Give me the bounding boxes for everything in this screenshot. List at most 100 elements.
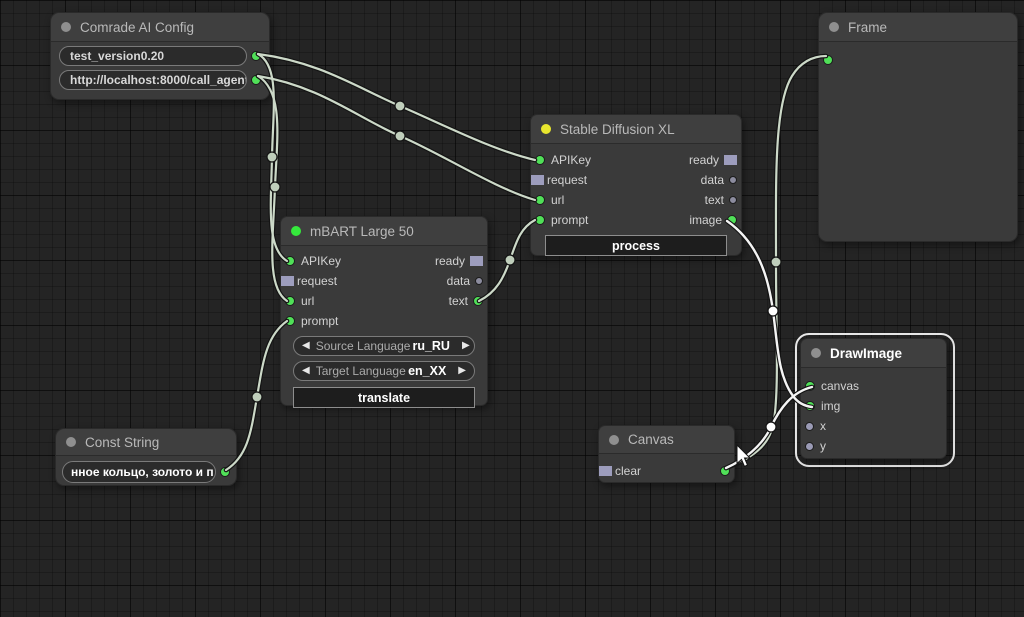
text-widget-version[interactable]: test_version0.20 <box>59 46 247 66</box>
wire-reroute-dot[interactable] <box>771 257 781 267</box>
node-status-icon <box>66 437 76 447</box>
process-button[interactable]: process <box>545 235 727 256</box>
node-sdxl-titlebar[interactable]: Stable Diffusion XL <box>531 115 741 144</box>
output-slot[interactable] <box>220 467 230 477</box>
node-mbart-titlebar[interactable]: mBART Large 50 <box>281 217 487 246</box>
input-slot[interactable] <box>599 466 612 476</box>
wire-comrade-to-sdxl-url[interactable] <box>258 76 535 200</box>
input-label: request <box>297 274 337 288</box>
node-frame[interactable]: Frame <box>818 12 1018 242</box>
output-slot[interactable] <box>724 155 737 165</box>
node-canvas[interactable]: Canvas clear <box>598 425 735 483</box>
input-label: request <box>547 173 587 187</box>
mouse-cursor <box>737 445 750 467</box>
node-editor-canvas[interactable]: Comrade AI Config test_version0.20 http:… <box>0 0 1024 617</box>
input-slot[interactable] <box>535 195 545 205</box>
text-widget-value: test_version0.20 <box>70 49 164 63</box>
wire-reroute-dot[interactable] <box>395 101 405 111</box>
node-drawimage[interactable]: DrawImage canvas img x y <box>800 338 947 459</box>
node-title: DrawImage <box>830 346 902 361</box>
node-const-string-titlebar[interactable]: Const String <box>56 429 236 456</box>
output-label: image <box>689 213 722 227</box>
input-slot[interactable] <box>285 296 295 306</box>
output-slot[interactable] <box>729 196 737 204</box>
input-label: APIKey <box>551 153 591 167</box>
output-label: data <box>447 274 470 288</box>
node-status-icon <box>541 124 551 134</box>
combo-next-icon[interactable]: ▶ <box>462 341 470 351</box>
combo-label: Target Language <box>316 364 406 378</box>
text-widget-url[interactable]: http://localhost:8000/call_agent_ <box>59 70 247 90</box>
wire-reroute-dot[interactable] <box>267 152 277 162</box>
output-slot[interactable] <box>720 466 730 476</box>
combo-value: ru_RU <box>412 339 450 353</box>
wire-reroute-dot[interactable] <box>768 306 778 316</box>
combo-prev-icon[interactable]: ◀ <box>302 341 310 351</box>
wire-comrade-to-sdxl-apikey[interactable] <box>258 54 535 160</box>
output-slot[interactable] <box>729 176 737 184</box>
translate-button[interactable]: translate <box>293 387 475 408</box>
node-frame-titlebar[interactable]: Frame <box>819 13 1017 42</box>
input-label: prompt <box>301 314 338 328</box>
output-slot[interactable] <box>727 215 737 225</box>
node-status-icon <box>291 226 301 236</box>
output-slot[interactable] <box>475 277 483 285</box>
input-slot[interactable] <box>823 55 833 65</box>
input-slot[interactable] <box>531 175 544 185</box>
input-label: url <box>301 294 314 308</box>
input-label: prompt <box>551 213 588 227</box>
input-slot[interactable] <box>285 256 295 266</box>
input-label: clear <box>615 464 641 478</box>
wire-reroute-dot[interactable] <box>505 255 515 265</box>
input-label: y <box>820 439 826 453</box>
wire-reroute-dot[interactable] <box>270 182 280 192</box>
output-label: ready <box>435 254 465 268</box>
node-canvas-titlebar[interactable]: Canvas <box>599 426 734 454</box>
input-label: APIKey <box>301 254 341 268</box>
input-label: canvas <box>821 379 859 393</box>
input-slot[interactable] <box>535 155 545 165</box>
node-title: Const String <box>85 435 159 450</box>
input-slot[interactable] <box>535 215 545 225</box>
output-label: text <box>449 294 468 308</box>
node-mbart-large-50[interactable]: mBART Large 50 APIKey ready request data… <box>280 216 488 406</box>
output-slot[interactable] <box>251 75 261 85</box>
wire-reroute-dot[interactable] <box>766 422 776 432</box>
node-drawimage-titlebar[interactable]: DrawImage <box>801 339 946 368</box>
node-const-string[interactable]: Const String нное кольцо, золото и п <box>55 428 237 486</box>
node-title: Comrade AI Config <box>80 20 194 35</box>
target-language-combo[interactable]: ◀ Target Language en_XX ▶ <box>293 361 475 381</box>
combo-value: en_XX <box>408 364 446 378</box>
input-label: url <box>551 193 564 207</box>
output-slot[interactable] <box>473 296 483 306</box>
widget-row: test_version0.20 <box>51 46 269 66</box>
string-value-widget[interactable]: нное кольцо, золото и п <box>62 461 216 483</box>
combo-next-icon[interactable]: ▶ <box>458 366 466 376</box>
input-slot[interactable] <box>281 276 294 286</box>
input-slot[interactable] <box>285 316 295 326</box>
input-slot[interactable] <box>805 442 814 451</box>
output-label: data <box>701 173 724 187</box>
source-language-combo[interactable]: ◀ Source Language ru_RU ▶ <box>293 336 475 356</box>
wire-reroute-dot[interactable] <box>252 392 262 402</box>
node-status-icon <box>811 348 821 358</box>
node-title: Stable Diffusion XL <box>560 122 675 137</box>
node-comrade-titlebar[interactable]: Comrade AI Config <box>51 13 269 42</box>
node-stable-diffusion-xl[interactable]: Stable Diffusion XL APIKey ready request… <box>530 114 742 256</box>
output-slot[interactable] <box>470 256 483 266</box>
input-slot[interactable] <box>805 401 815 411</box>
node-comrade-ai-config[interactable]: Comrade AI Config test_version0.20 http:… <box>50 12 270 100</box>
string-value: нное кольцо, золото и п <box>71 465 214 479</box>
input-slot[interactable] <box>805 422 814 431</box>
node-title: Canvas <box>628 432 674 447</box>
node-title: Frame <box>848 20 887 35</box>
output-label: text <box>705 193 724 207</box>
output-slot[interactable] <box>251 51 261 61</box>
input-slot[interactable] <box>805 381 815 391</box>
combo-prev-icon[interactable]: ◀ <box>302 366 310 376</box>
output-label: ready <box>689 153 719 167</box>
wire-reroute-dot[interactable] <box>395 131 405 141</box>
input-label: x <box>820 419 826 433</box>
text-widget-value: http://localhost:8000/call_agent_ <box>70 73 247 87</box>
input-label: img <box>821 399 840 413</box>
